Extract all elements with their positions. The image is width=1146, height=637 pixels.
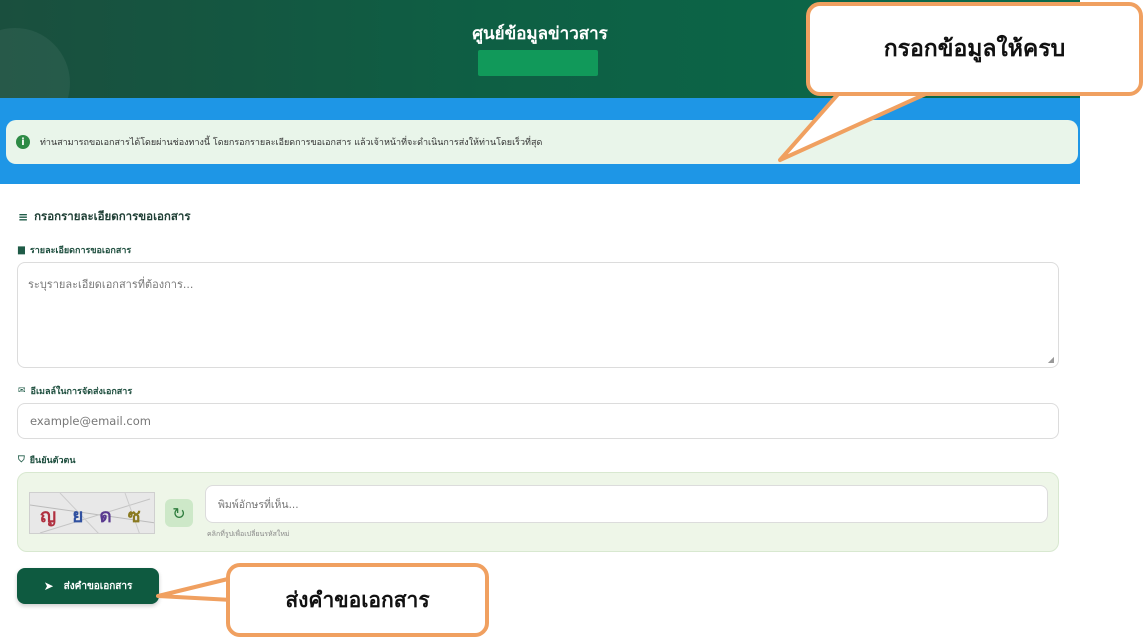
callout-submit-text: ส่งคำขอเอกสาร xyxy=(285,587,430,612)
callout-pointer-fill-form xyxy=(778,90,932,162)
callout-submit: ส่งคำขอเอกสาร xyxy=(226,563,489,637)
callout-pointer-submit xyxy=(156,576,234,602)
callout-fill-form-text: กรอกข้อมูลให้ครบ xyxy=(883,36,1066,62)
callout-fill-form: กรอกข้อมูลให้ครบ xyxy=(806,2,1143,96)
